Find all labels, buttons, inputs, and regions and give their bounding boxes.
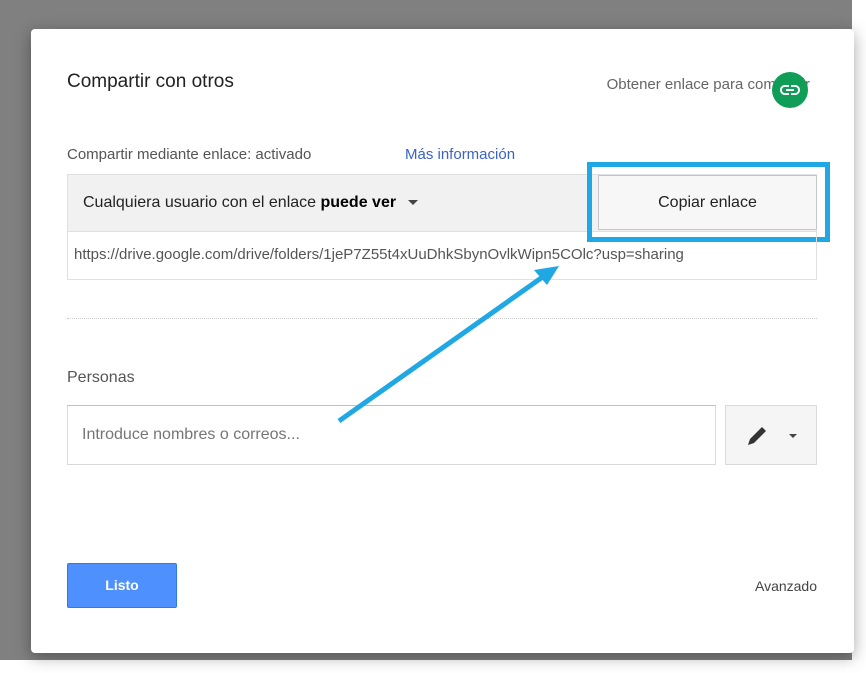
share-url-field[interactable]: https://drive.google.com/drive/folders/1… — [67, 232, 817, 280]
link-sharing-status: Compartir mediante enlace: activado — [67, 146, 312, 163]
pencil-icon — [748, 427, 766, 445]
background-strip-right — [852, 0, 866, 673]
share-dialog: Compartir con otros Obtener enlace para … — [31, 29, 854, 653]
done-button[interactable]: Listo — [67, 563, 177, 608]
more-info-link[interactable]: Más información — [405, 146, 515, 163]
permission-dropdown-button[interactable] — [725, 405, 817, 465]
access-level: puede ver — [320, 194, 397, 211]
advanced-link[interactable]: Avanzado — [755, 578, 817, 594]
people-label: Personas — [67, 369, 135, 386]
link-icon[interactable] — [772, 72, 808, 108]
divider — [67, 318, 817, 319]
chevron-down-icon — [789, 434, 797, 438]
annotation-highlight-box — [587, 162, 830, 242]
chevron-down-icon — [408, 200, 419, 206]
people-input[interactable] — [67, 405, 716, 465]
background-strip-bottom — [0, 660, 866, 673]
access-level-dropdown[interactable]: Cualquiera usuario con el enlace puede v… — [83, 194, 419, 212]
access-prefix: Cualquiera usuario con el enlace — [83, 194, 321, 211]
dialog-title: Compartir con otros — [67, 71, 234, 92]
